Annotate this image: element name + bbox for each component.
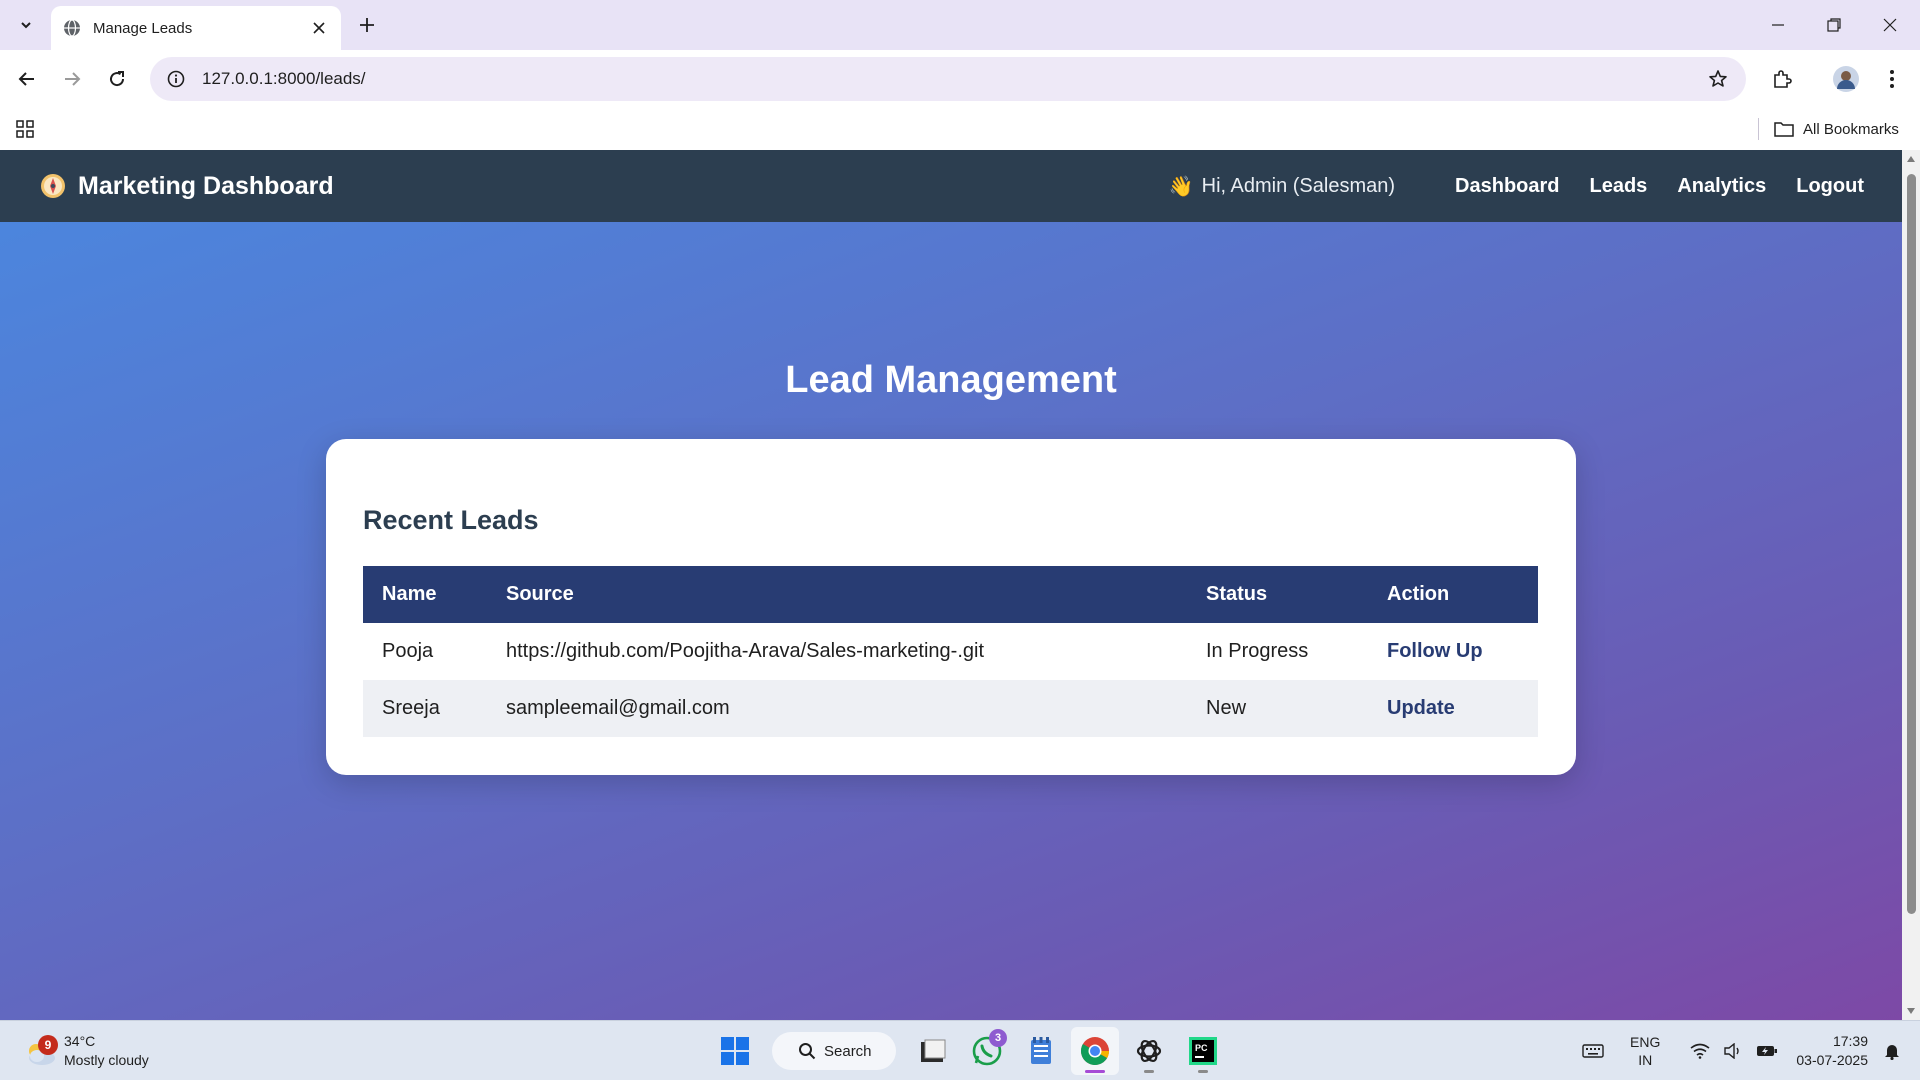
apps-grid-icon[interactable]: [10, 114, 40, 144]
user-greeting: 👋 Hi, Admin (Salesman): [1169, 174, 1395, 199]
lang-line2: IN: [1638, 1052, 1653, 1068]
follow-up-link[interactable]: Follow Up: [1387, 640, 1483, 662]
chatgpt-icon[interactable]: [1125, 1027, 1173, 1075]
brand-title: Marketing Dashboard: [78, 171, 334, 200]
nav-analytics[interactable]: Analytics: [1677, 175, 1766, 198]
table-row: Sreeja sampleemail@gmail.com New Update: [363, 680, 1538, 737]
all-bookmarks-label: All Bookmarks: [1803, 120, 1899, 138]
all-bookmarks-button[interactable]: All Bookmarks: [1774, 114, 1899, 144]
restore-icon[interactable]: [1806, 0, 1862, 50]
lead-name: Pooja: [382, 640, 434, 662]
column-header-action: Action: [1368, 566, 1538, 623]
whatsapp-badge: 3: [989, 1029, 1007, 1047]
browser-tab-bar: Manage Leads: [0, 0, 1920, 50]
lang-line1: ENG: [1630, 1034, 1661, 1050]
brand[interactable]: Marketing Dashboard: [40, 150, 334, 222]
column-header-status: Status: [1187, 566, 1368, 623]
avatar[interactable]: [1828, 61, 1864, 97]
reload-icon[interactable]: [99, 61, 135, 97]
system-tray: ENG IN 17:39 03-07-2025: [1568, 1021, 1900, 1080]
page-scrollbar[interactable]: [1902, 150, 1920, 1020]
bookmarks-divider: [1758, 118, 1759, 140]
lead-status: New: [1187, 680, 1368, 737]
leads-table: Name Source Status Action Pooja https://…: [363, 566, 1538, 737]
clock-date: 03-07-2025: [1796, 1052, 1868, 1068]
clock-time: 17:39: [1832, 1033, 1868, 1049]
language-indicator[interactable]: ENG IN: [1630, 1033, 1660, 1069]
nav-dashboard[interactable]: Dashboard: [1455, 175, 1559, 198]
nav-leads[interactable]: Leads: [1590, 175, 1648, 198]
search-label: Search: [824, 1042, 872, 1060]
lead-name: Sreeja: [363, 680, 487, 737]
browser-tab-active[interactable]: Manage Leads: [51, 6, 341, 50]
star-icon[interactable]: [1698, 59, 1738, 99]
bell-icon[interactable]: [1884, 1042, 1900, 1060]
back-arrow-icon[interactable]: [9, 61, 45, 97]
running-indicator: [1198, 1070, 1208, 1073]
scrollbar-thumb[interactable]: [1907, 174, 1916, 914]
weather-description: Mostly cloudy: [64, 1052, 149, 1068]
lead-action-cell: Follow Up: [1368, 623, 1538, 680]
close-icon[interactable]: [309, 18, 329, 38]
svg-text:PC: PC: [1195, 1043, 1208, 1053]
volume-icon[interactable]: [1724, 1043, 1742, 1059]
chrome-icon[interactable]: [1071, 1027, 1119, 1075]
globe-icon: [64, 19, 80, 37]
tab-title: Manage Leads: [93, 19, 193, 37]
address-bar[interactable]: 127.0.0.1:8000/leads/: [150, 57, 1746, 101]
taskbar-search[interactable]: Search: [772, 1032, 896, 1070]
pycharm-icon[interactable]: PC: [1179, 1027, 1227, 1075]
system-clock[interactable]: 17:39 03-07-2025: [1796, 1032, 1868, 1070]
update-link[interactable]: Update: [1387, 697, 1455, 719]
close-icon[interactable]: [1862, 0, 1918, 50]
file-explorer-icon[interactable]: [909, 1027, 957, 1075]
column-header-name: Name: [363, 566, 487, 623]
battery-icon[interactable]: [1756, 1044, 1778, 1058]
tab-search-icon[interactable]: [10, 10, 42, 40]
whatsapp-icon[interactable]: 3: [963, 1027, 1011, 1075]
windows-taskbar: 9 34°C Mostly cloudy Search 3 PC ENG IN …: [0, 1020, 1920, 1080]
windows-start-icon[interactable]: [711, 1027, 759, 1075]
compass-logo-icon: [41, 174, 65, 198]
keyboard-icon[interactable]: [1582, 1043, 1604, 1059]
table-row: Pooja https://github.com/Poojitha-Arava/…: [363, 623, 1538, 680]
scroll-up-icon[interactable]: [1905, 153, 1917, 165]
scroll-down-icon[interactable]: [1905, 1005, 1917, 1017]
lead-action-cell: Update: [1368, 680, 1538, 737]
search-icon: [799, 1043, 816, 1060]
more-vert-icon[interactable]: [1874, 61, 1910, 97]
bookmarks-bar: All Bookmarks: [0, 108, 1920, 150]
app-navbar: Marketing Dashboard 👋 Hi, Admin (Salesma…: [0, 150, 1902, 222]
folder-icon: [1774, 122, 1794, 137]
page-viewport: Marketing Dashboard 👋 Hi, Admin (Salesma…: [0, 150, 1902, 1020]
lead-source: https://github.com/Poojitha-Arava/Sales-…: [506, 640, 984, 662]
waving-hand-icon: 👋: [1168, 175, 1194, 198]
section-title: Recent Leads: [363, 505, 539, 535]
cloud-icon: 9: [20, 1031, 60, 1071]
weather-widget[interactable]: 9 34°C Mostly cloudy: [20, 1025, 149, 1077]
taskbar-apps: Search 3 PC: [708, 1027, 1230, 1075]
minimize-icon[interactable]: [1750, 0, 1806, 50]
table-header-row: Name Source Status Action: [363, 566, 1538, 623]
active-indicator: [1085, 1070, 1105, 1073]
wifi-icon[interactable]: [1690, 1043, 1710, 1059]
lead-source: sampleemail@gmail.com: [487, 680, 1187, 737]
plus-icon[interactable]: [352, 10, 382, 40]
site-info-icon[interactable]: [154, 57, 198, 101]
temperature: 34°C: [64, 1033, 96, 1049]
nav-links: 👋 Hi, Admin (Salesman) Dashboard Leads A…: [1169, 150, 1864, 222]
weather-alert-badge: 9: [38, 1035, 58, 1055]
running-indicator: [1144, 1070, 1154, 1073]
nav-logout[interactable]: Logout: [1796, 175, 1864, 198]
browser-toolbar: 127.0.0.1:8000/leads/: [0, 50, 1920, 108]
forward-arrow-icon[interactable]: [54, 61, 90, 97]
notepad-icon[interactable]: [1017, 1027, 1065, 1075]
url-text[interactable]: 127.0.0.1:8000/leads/: [202, 69, 1698, 89]
leads-card: Recent Leads Name Source Status Action P…: [326, 439, 1576, 775]
column-header-source: Source: [487, 566, 1187, 623]
extensions-icon[interactable]: [1764, 61, 1800, 97]
page-title: Lead Management: [785, 359, 1117, 401]
lead-status: In Progress: [1206, 640, 1309, 662]
greeting-text: Hi, Admin (Salesman): [1201, 174, 1396, 197]
